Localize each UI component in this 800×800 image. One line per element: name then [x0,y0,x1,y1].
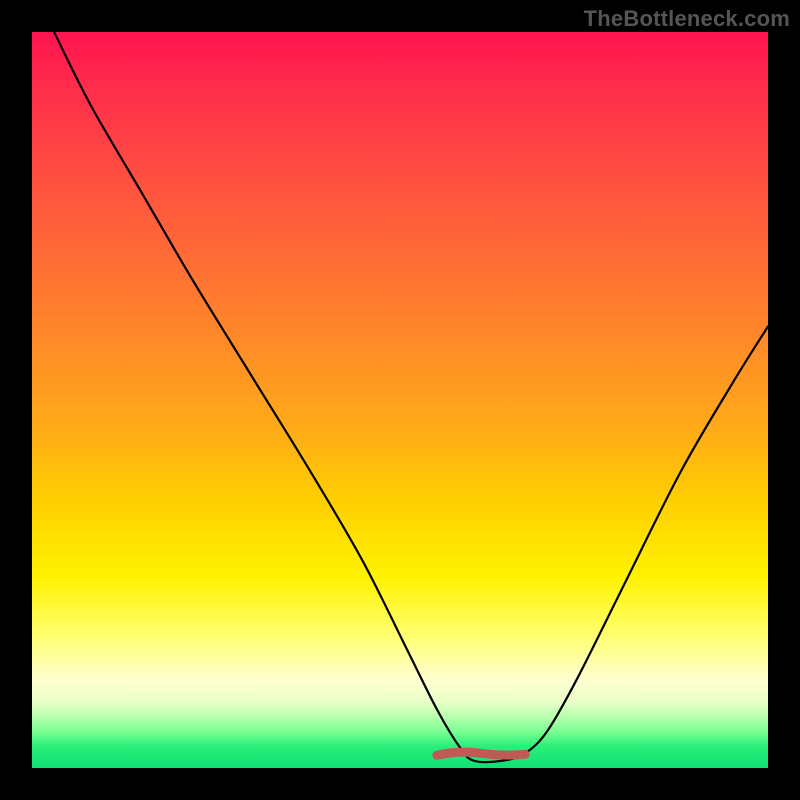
watermark-text: TheBottleneck.com [584,6,790,32]
flat-region-marker [437,752,525,755]
curve-svg [32,32,768,768]
plot-area [32,32,768,768]
chart-frame: TheBottleneck.com [0,0,800,800]
bottleneck-curve [54,32,768,762]
